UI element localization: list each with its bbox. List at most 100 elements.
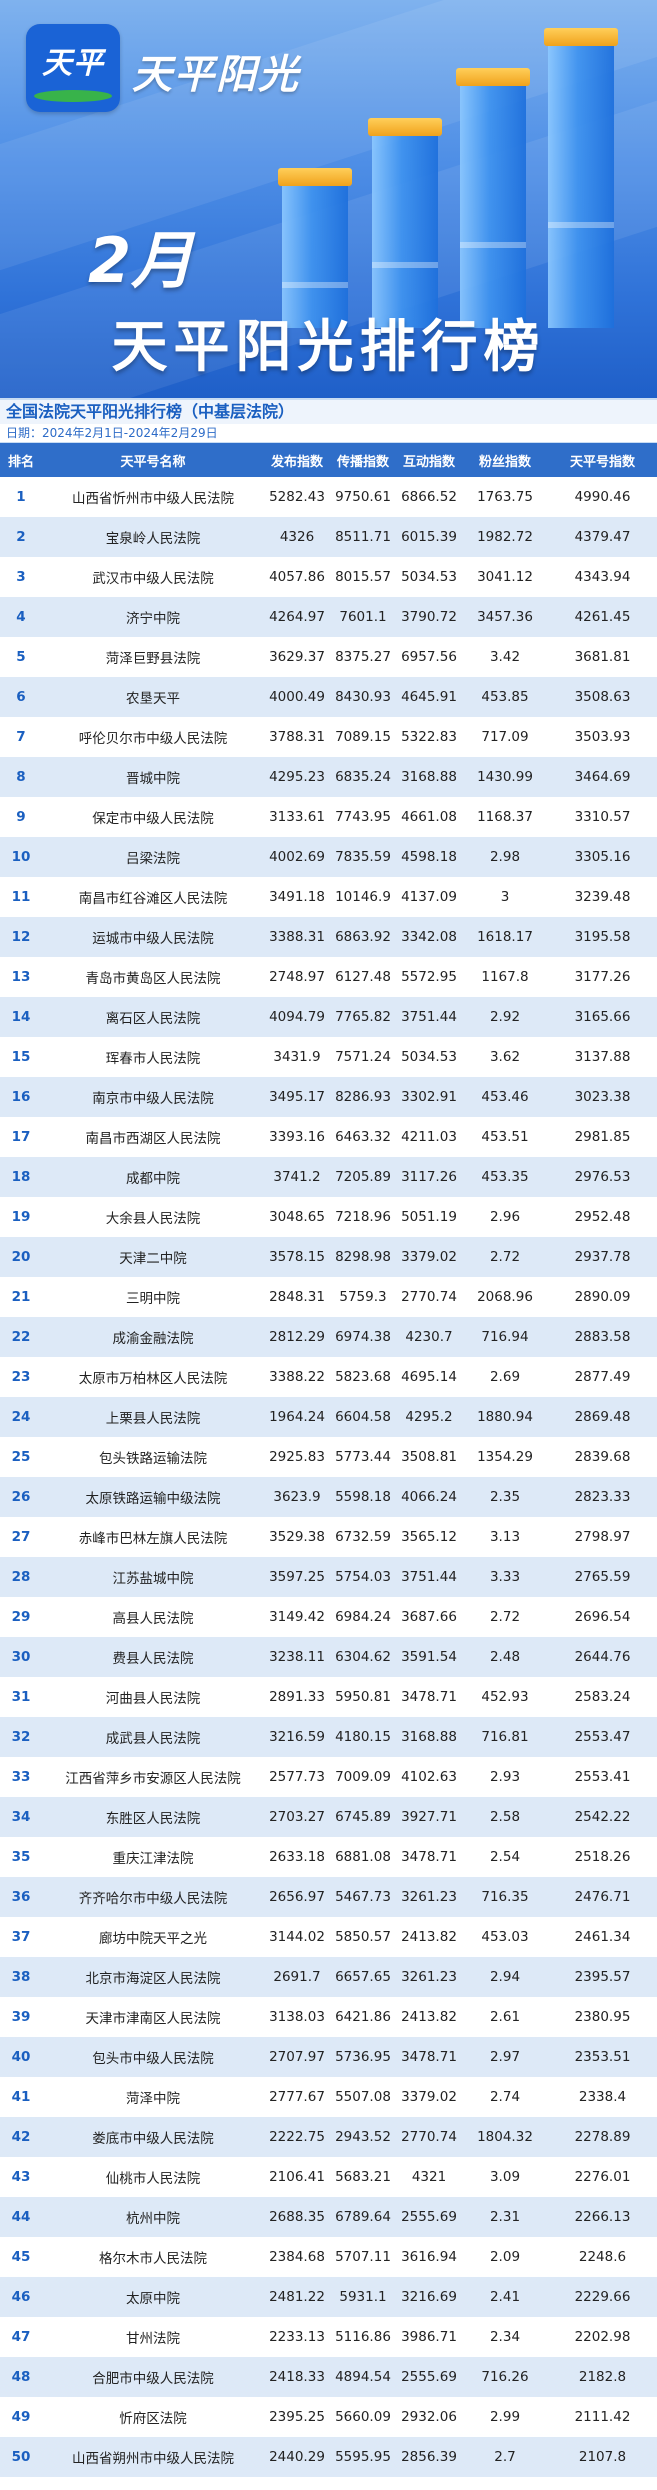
publish-index-cell: 3491.18 (264, 877, 330, 917)
table-row: 20 天津二中院 3578.15 8298.98 3379.02 2.72 2937.78 (0, 1237, 657, 1277)
spread-index-cell: 8298.98 (330, 1237, 396, 1277)
spread-index-cell: 6463.32 (330, 1117, 396, 1157)
publish-index-cell: 2691.7 (264, 1957, 330, 1997)
total-index-cell: 2890.09 (548, 1277, 657, 1317)
header-account-name: 天平号名称 (42, 443, 264, 477)
total-index-cell: 3177.26 (548, 957, 657, 997)
table-row: 12 运城市中级人民法院 3388.31 6863.92 3342.08 1618.17 3… (0, 917, 657, 957)
publish-index-cell: 2777.67 (264, 2077, 330, 2117)
total-index-cell: 2883.58 (548, 1317, 657, 1357)
publish-index-cell: 3741.2 (264, 1157, 330, 1197)
fans-index-cell: 2.41 (462, 2277, 548, 2317)
interaction-index-cell: 3508.81 (396, 1437, 462, 1477)
rank-cell: 41 (0, 2077, 42, 2117)
interaction-index-cell: 3379.02 (396, 1237, 462, 1277)
fans-index-cell: 2.97 (462, 2037, 548, 2077)
spread-index-cell: 7601.1 (330, 597, 396, 637)
fans-index-cell: 2.72 (462, 1597, 548, 1637)
spread-index-cell: 5736.95 (330, 2037, 396, 2077)
table-row: 7 呼伦贝尔市中级人民法院 3788.31 7089.15 5322.83 717.09 3… (0, 717, 657, 757)
banner: 天平 天平阳光 2月 天平阳光排行榜 (0, 0, 657, 398)
spread-index-cell: 4180.15 (330, 1717, 396, 1757)
interaction-index-cell: 5034.53 (396, 1037, 462, 1077)
table-row: 19 大余县人民法院 3048.65 7218.96 5051.19 2.96 2952.4… (0, 1197, 657, 1237)
rank-cell: 11 (0, 877, 42, 917)
spread-index-cell: 7835.59 (330, 837, 396, 877)
header-interaction-index: 互动指数 (396, 443, 462, 477)
table-row: 37 廊坊中院天平之光 3144.02 5850.57 2413.82 453.03 246… (0, 1917, 657, 1957)
rank-cell: 49 (0, 2397, 42, 2437)
total-index-cell: 2278.89 (548, 2117, 657, 2157)
rank-cell: 1 (0, 477, 42, 517)
table-row: 43 仙桃市人民法院 2106.41 5683.21 4321 3.09 2276.01 (0, 2157, 657, 2197)
spread-index-cell: 7205.89 (330, 1157, 396, 1197)
fans-index-cell: 3457.36 (462, 597, 548, 637)
table-row: 39 天津市津南区人民法院 3138.03 6421.86 2413.82 2.61 238… (0, 1997, 657, 2037)
interaction-index-cell: 4598.18 (396, 837, 462, 877)
name-cell: 山西省忻州市中级人民法院 (42, 477, 264, 517)
spread-index-cell: 6745.89 (330, 1797, 396, 1837)
publish-index-cell: 2418.33 (264, 2357, 330, 2397)
table-row: 35 重庆江津法院 2633.18 6881.08 3478.71 2.54 2518.26 (0, 1837, 657, 1877)
interaction-index-cell: 2932.06 (396, 2397, 462, 2437)
rank-cell: 7 (0, 717, 42, 757)
name-cell: 河曲县人民法院 (42, 1677, 264, 1717)
total-index-cell: 2823.33 (548, 1477, 657, 1517)
total-index-cell: 3239.48 (548, 877, 657, 917)
publish-index-cell: 2233.13 (264, 2317, 330, 2357)
interaction-index-cell: 3216.69 (396, 2277, 462, 2317)
total-index-cell: 2877.49 (548, 1357, 657, 1397)
name-cell: 廊坊中院天平之光 (42, 1917, 264, 1957)
rank-cell: 15 (0, 1037, 42, 1077)
spread-index-cell: 7089.15 (330, 717, 396, 757)
fans-index-cell: 1880.94 (462, 1397, 548, 1437)
total-index-cell: 3503.93 (548, 717, 657, 757)
logo-wave-icon (34, 90, 112, 102)
interaction-index-cell: 3478.71 (396, 2037, 462, 2077)
spread-index-cell: 6789.64 (330, 2197, 396, 2237)
table-row: 9 保定市中级人民法院 3133.61 7743.95 4661.08 1168.37 33… (0, 797, 657, 837)
spread-index-cell: 5773.44 (330, 1437, 396, 1477)
fans-index-cell: 2068.96 (462, 1277, 548, 1317)
interaction-index-cell: 6957.56 (396, 637, 462, 677)
name-cell: 甘州法院 (42, 2317, 264, 2357)
interaction-index-cell: 3591.54 (396, 1637, 462, 1677)
rank-cell: 8 (0, 757, 42, 797)
fans-index-cell: 3 (462, 877, 548, 917)
table-row: 44 杭州中院 2688.35 6789.64 2555.69 2.31 2266.13 (0, 2197, 657, 2237)
publish-index-cell: 2106.41 (264, 2157, 330, 2197)
publish-index-cell: 4057.86 (264, 557, 330, 597)
fans-index-cell: 2.58 (462, 1797, 548, 1837)
interaction-index-cell: 3751.44 (396, 1557, 462, 1597)
total-index-cell: 3508.63 (548, 677, 657, 717)
interaction-index-cell: 4661.08 (396, 797, 462, 837)
fans-index-cell: 452.93 (462, 1677, 548, 1717)
table-row: 15 珲春市人民法院 3431.9 7571.24 5034.53 3.62 3137.88 (0, 1037, 657, 1077)
publish-index-cell: 2384.68 (264, 2237, 330, 2277)
name-cell: 菏泽中院 (42, 2077, 264, 2117)
name-cell: 农垦天平 (42, 677, 264, 717)
rank-cell: 42 (0, 2117, 42, 2157)
table-row: 22 成渝金融法院 2812.29 6974.38 4230.7 716.94 2883.5… (0, 1317, 657, 1357)
total-index-cell: 3310.57 (548, 797, 657, 837)
spread-index-cell: 5931.1 (330, 2277, 396, 2317)
rank-cell: 31 (0, 1677, 42, 1717)
spread-index-cell: 8015.57 (330, 557, 396, 597)
rank-cell: 17 (0, 1117, 42, 1157)
publish-index-cell: 2481.22 (264, 2277, 330, 2317)
name-cell: 宝泉岭人民法院 (42, 517, 264, 557)
spread-index-cell: 8511.71 (330, 517, 396, 557)
table-row: 34 东胜区人民法院 2703.27 6745.89 3927.71 2.58 2542.2… (0, 1797, 657, 1837)
table-row: 3 武汉市中级人民法院 4057.86 8015.57 5034.53 3041.12 43… (0, 557, 657, 597)
total-index-cell: 3464.69 (548, 757, 657, 797)
publish-index-cell: 2925.83 (264, 1437, 330, 1477)
interaction-index-cell: 3986.71 (396, 2317, 462, 2357)
rank-cell: 38 (0, 1957, 42, 1997)
total-index-cell: 2111.42 (548, 2397, 657, 2437)
rank-cell: 46 (0, 2277, 42, 2317)
total-index-cell: 2696.54 (548, 1597, 657, 1637)
fans-index-cell: 2.92 (462, 997, 548, 1037)
name-cell: 山西省朔州市中级人民法院 (42, 2437, 264, 2477)
total-index-cell: 2976.53 (548, 1157, 657, 1197)
rank-cell: 44 (0, 2197, 42, 2237)
